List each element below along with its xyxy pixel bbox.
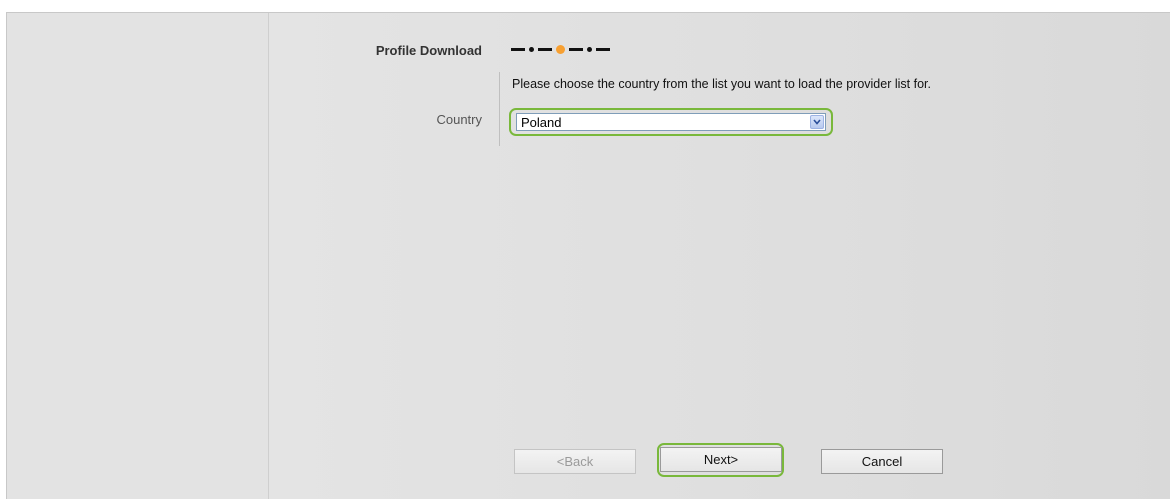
progress-step-1 bbox=[529, 46, 534, 52]
country-select-value: Poland bbox=[521, 115, 562, 130]
country-select-highlight: Poland bbox=[509, 108, 833, 136]
next-button[interactable]: Next> bbox=[660, 447, 782, 472]
country-select[interactable]: Poland bbox=[516, 113, 826, 131]
back-button[interactable]: <Back bbox=[514, 449, 636, 474]
wizard-frame: Profile Download Please choose the count… bbox=[6, 12, 1170, 499]
country-label: Country bbox=[436, 112, 482, 127]
instruction-text: Please choose the country from the list … bbox=[512, 77, 931, 91]
cancel-button[interactable]: Cancel bbox=[821, 449, 943, 474]
chevron-down-glyph bbox=[813, 119, 821, 125]
progress-dash bbox=[596, 47, 610, 51]
progress-step-current bbox=[556, 44, 565, 54]
sidebar bbox=[7, 13, 269, 499]
progress-dash bbox=[569, 47, 583, 51]
progress-dash bbox=[538, 47, 552, 51]
chevron-down-icon[interactable] bbox=[810, 115, 824, 129]
progress-indicator bbox=[511, 44, 610, 54]
wizard-content: Profile Download Please choose the count… bbox=[269, 13, 1170, 499]
next-button-highlight: Next> bbox=[657, 443, 784, 477]
step-title: Profile Download bbox=[375, 43, 482, 58]
divider bbox=[499, 72, 500, 146]
progress-step-3 bbox=[587, 46, 592, 52]
progress-dash bbox=[511, 47, 525, 51]
